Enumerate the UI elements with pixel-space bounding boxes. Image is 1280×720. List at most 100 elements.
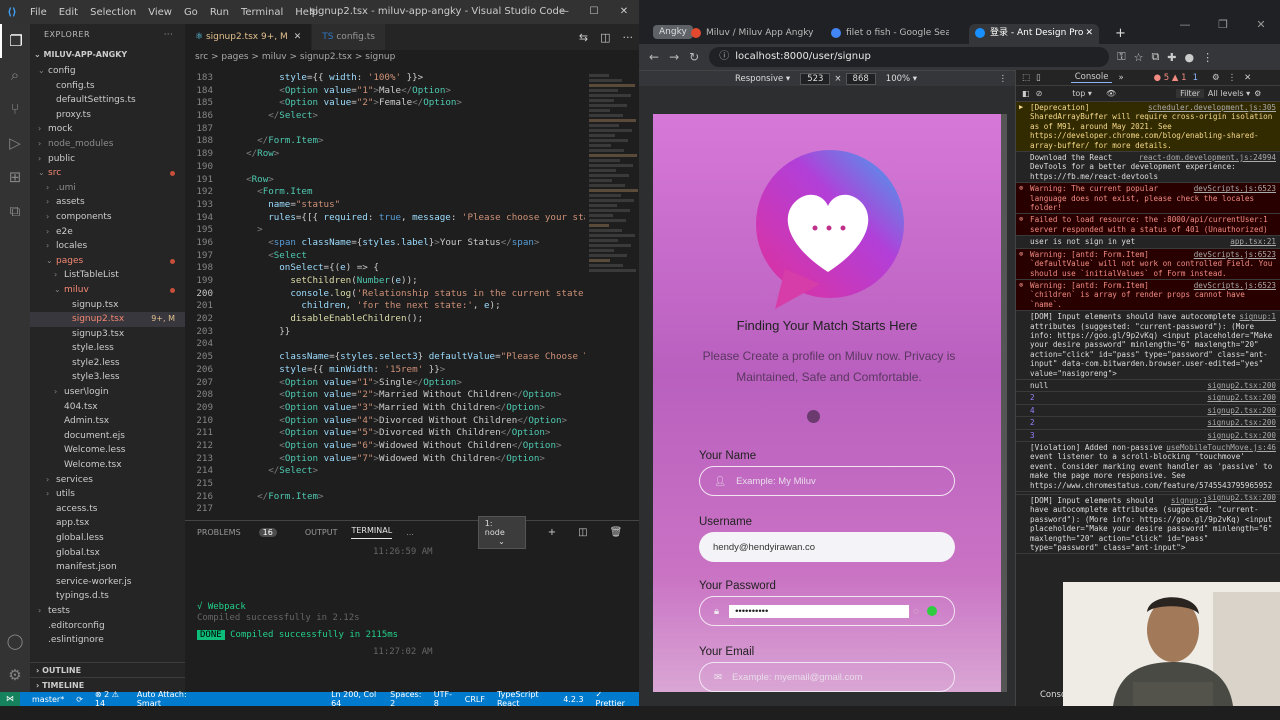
panel-more-icon[interactable]: ...: [406, 528, 414, 537]
menu-item[interactable]: Edit: [59, 7, 78, 18]
console-entry[interactable]: signup:1 [DOM] Input elements should have…: [1016, 311, 1280, 380]
name-input[interactable]: 👤︎ Example: My Miluv: [699, 466, 955, 496]
more-actions-icon[interactable]: ···: [164, 24, 173, 46]
console-source-link[interactable]: devScripts.js:6523: [1194, 281, 1276, 290]
console-entry[interactable]: signup2.tsx:200 3: [1016, 430, 1280, 442]
kill-terminal-icon[interactable]: 🗑: [610, 527, 623, 538]
code-line[interactable]: 201 children, 'for the next state:', e);: [185, 300, 585, 313]
devtools-close-icon[interactable]: ✕: [1244, 73, 1251, 83]
viewport-resize-handle[interactable]: [1001, 114, 1007, 692]
file-tree-item[interactable]: app.tsx: [30, 516, 185, 531]
code-line[interactable]: 212 <Option value="6">Widowed Without Ch…: [185, 440, 585, 453]
puzzle-icon[interactable]: ✚: [1167, 51, 1176, 64]
file-tree-item[interactable]: typings.d.ts: [30, 589, 185, 604]
console-entry[interactable]: signup2.tsx:200 2: [1016, 417, 1280, 430]
file-tree-item[interactable]: config.ts: [30, 79, 185, 94]
key-icon[interactable]: ⚿: [1117, 50, 1125, 64]
new-terminal-icon[interactable]: +: [548, 527, 556, 538]
log-levels-select[interactable]: All levels ▾: [1208, 89, 1250, 98]
clear-console-icon[interactable]: ⊘: [1036, 89, 1043, 98]
file-tree-item[interactable]: › node_modules: [30, 137, 185, 152]
file-tree-item[interactable]: defaultSettings.ts: [30, 93, 185, 108]
device-mode-select[interactable]: Responsive ▾: [735, 74, 790, 84]
console-source-link[interactable]: app.tsx:21: [1230, 237, 1276, 246]
file-tree-item[interactable]: Admin.tsx: [30, 414, 185, 429]
new-tab-icon[interactable]: +: [1115, 26, 1126, 41]
console-source-link[interactable]: signup2.tsx:200: [1207, 431, 1276, 440]
file-tree-item[interactable]: proxy.ts: [30, 108, 185, 123]
console-source-link[interactable]: useMobileTouchMove.js:46: [1166, 443, 1276, 452]
console-settings-icon[interactable]: ⚙: [1254, 89, 1261, 98]
console-entry[interactable]: signup2.tsx:200 null: [1016, 380, 1280, 393]
console-source-link[interactable]: devScripts.js:6523: [1194, 184, 1276, 193]
username-input[interactable]: hendy@hendyirawan.co: [699, 532, 955, 562]
tab-console[interactable]: Console: [1070, 72, 1113, 83]
file-tree-item[interactable]: style3.less: [30, 370, 185, 385]
file-tree-item[interactable]: manifest.json: [30, 560, 185, 575]
file-tree-item[interactable]: › services: [30, 473, 185, 488]
code-line[interactable]: 185 <Option value="2">Female</Option>: [185, 97, 585, 110]
console-source-link[interactable]: react-dom.development.js:24994: [1139, 153, 1276, 162]
file-tree-item[interactable]: › user\login: [30, 385, 185, 400]
code-line[interactable]: 184 <Option value="1">Male</Option>: [185, 85, 585, 98]
tab-signup2[interactable]: ⚛ signup2.tsx 9+, M ✕: [185, 24, 313, 50]
back-icon[interactable]: ←: [649, 50, 659, 64]
file-tree-item[interactable]: .editorconfig: [30, 619, 185, 634]
console-source-link[interactable]: signup:1: [1239, 312, 1276, 321]
menu-item[interactable]: View: [148, 7, 172, 18]
extension-icon[interactable]: ⧉: [1151, 50, 1159, 64]
file-tree-item[interactable]: › components: [30, 210, 185, 225]
split-editor-icon[interactable]: ◫: [600, 31, 610, 44]
eye-icon[interactable]: 👁︎: [1106, 89, 1116, 98]
browser-tab-active[interactable]: 登录 - Ant Design Pro ✕: [969, 24, 1099, 44]
ts-version[interactable]: 4.2.3: [563, 695, 583, 704]
console-log[interactable]: ▶ scheduler.development.js:305 [Deprecatio…: [1016, 102, 1280, 555]
outline-section[interactable]: › OUTLINE: [30, 662, 185, 677]
email-input[interactable]: ✉ Example: myemail@gmail.com: [699, 662, 955, 692]
code-line[interactable]: 200 console.log('Relationship status in …: [185, 288, 585, 301]
breadcrumb[interactable]: src > pages > miluv > signup2.tsx > sign…: [185, 50, 639, 64]
file-tree-item[interactable]: ⌄ config: [30, 64, 185, 79]
tab-terminal[interactable]: TERMINAL: [351, 526, 393, 539]
code-line[interactable]: 205 className={styles.select3} defaultVa…: [185, 351, 585, 364]
file-tree-item[interactable]: style2.less: [30, 356, 185, 371]
branch-indicator[interactable]: master*: [32, 695, 64, 704]
code-line[interactable]: 206 style={{ minWidth: '15rem' }}>: [185, 364, 585, 377]
device-more-icon[interactable]: ⋮: [999, 74, 1008, 84]
more-icon[interactable]: ···: [623, 31, 634, 44]
code-line[interactable]: 216 </Form.Item>: [185, 491, 585, 504]
file-tree-item[interactable]: › assets: [30, 195, 185, 210]
console-source-link[interactable]: signup2.tsx:200: [1207, 406, 1276, 415]
menu-item[interactable]: Run: [210, 7, 229, 18]
more-tabs-icon[interactable]: »: [1118, 73, 1123, 83]
code-line[interactable]: 199 setChildren(Number(e));: [185, 275, 585, 288]
project-root[interactable]: ⌄ MILUV-APP-ANGKY: [30, 46, 185, 64]
browser-tab[interactable]: Miluv / Miluv App Angky - C: [691, 24, 816, 44]
code-line[interactable]: 194 rules={[{ required: true, message: '…: [185, 212, 585, 225]
code-line[interactable]: 208 <Option value="2">Married Without Ch…: [185, 389, 585, 402]
console-entry[interactable]: ▶ scheduler.development.js:305 [Deprecatio…: [1016, 102, 1280, 153]
device-toggle-icon[interactable]: ▯: [1036, 73, 1041, 83]
tab-problems[interactable]: PROBLEMS 16: [197, 527, 291, 537]
minimize-icon[interactable]: —: [549, 0, 579, 24]
file-tree-item[interactable]: .eslintignore: [30, 633, 185, 648]
minimize-icon[interactable]: —: [1166, 18, 1204, 31]
code-line[interactable]: 188 </Form.Item>: [185, 135, 585, 148]
menu-item[interactable]: File: [30, 7, 47, 18]
code-line[interactable]: 202 disableEnableChildren();: [185, 313, 585, 326]
sync-icon[interactable]: ⟳: [76, 695, 83, 704]
file-tree-item[interactable]: global.tsx: [30, 546, 185, 561]
console-entry[interactable]: ⊗ devScripts.js:6523 Warning: [antd: Form.…: [1016, 279, 1280, 312]
console-source-link[interactable]: devScripts.js:6523: [1194, 250, 1276, 259]
code-line[interactable]: 183 style={{ width: '100%' }}>: [185, 72, 585, 85]
address-bar[interactable]: ⓘ localhost:8000/user/signup: [709, 47, 1110, 67]
reload-icon[interactable]: ↻: [689, 50, 699, 64]
tab-group-label[interactable]: Angky: [653, 25, 693, 39]
code-line[interactable]: 215: [185, 478, 585, 491]
menu-item[interactable]: Selection: [90, 7, 136, 18]
file-tree-item[interactable]: document.ejs: [30, 429, 185, 444]
password-input[interactable]: 🔒︎ •••••••••• ◌: [699, 596, 955, 626]
inspect-icon[interactable]: ⬚: [1022, 73, 1030, 83]
console-entry[interactable]: signup:1 [DOM] Input elements should have…: [1016, 495, 1280, 555]
file-tree-item[interactable]: signup2.tsx 9+, M: [30, 312, 185, 327]
